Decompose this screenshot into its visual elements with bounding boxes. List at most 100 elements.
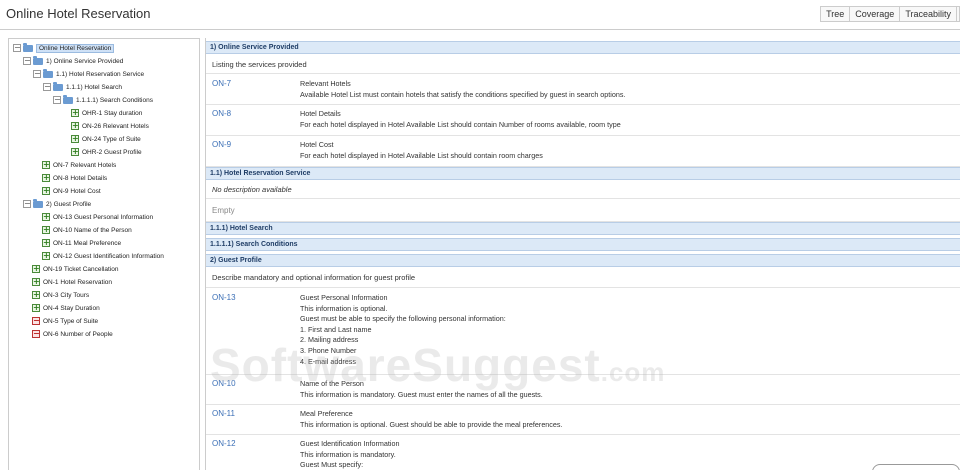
tree-node-hotel-search[interactable]: − 1.1.1) Hotel Search [43,81,122,93]
section-description: Describe mandatory and optional informat… [206,268,960,288]
requirements-content: 1) Online Service Provided Listing the s… [205,38,960,470]
tree-node-on-26[interactable]: + ON-26 Relevant Hotels [71,120,149,132]
folder-icon [33,55,43,65]
requirement-id-link[interactable]: ON-8 [212,109,231,118]
requirement-id-link[interactable]: ON-11 [212,409,235,418]
tree-node-ohr-1[interactable]: + OHR-1 Stay duration [71,107,142,119]
add-requirement-icon: + [32,290,40,299]
tree-node-label: ON-3 City Tours [43,291,90,299]
tree-node-label: ON-19 Ticket Cancellation [43,265,119,273]
collapse-icon[interactable]: − [33,70,41,78]
requirement-id-link[interactable]: ON-9 [212,140,231,149]
tree-node-label: ON-12 Guest Identification Information [53,252,164,260]
requirement-id-link[interactable]: ON-7 [212,79,231,88]
requirement-row-on-10: ON-10 Name of the Person This informatio… [206,375,960,405]
tree-node-search-conditions[interactable]: − 1.1.1.1) Search Conditions [53,94,153,106]
requirement-body: Hotel Cost For each hotel displayed in H… [300,140,543,161]
add-requirement-icon: + [71,121,79,130]
tree-node-on-13[interactable]: + ON-13 Guest Personal Information [42,211,153,223]
collapse-icon[interactable]: − [23,200,31,208]
requirement-title: Hotel Details [300,109,341,118]
section-description: No description available [206,181,960,199]
tree-node-root[interactable]: − Online Hotel Reservation [13,42,115,54]
requirement-text: Available Hotel List must contain hotels… [300,89,626,99]
add-requirement-icon: + [71,134,79,143]
tree-node-on-11[interactable]: + ON-11 Meal Preference [42,237,121,249]
tree-node-label: ON-24 Type of Suite [82,135,141,143]
tree-node-on-4[interactable]: + ON-4 Stay Duration [32,302,100,314]
tree-node-label: 1.1.1) Hotel Search [66,83,123,91]
requirement-body: Guest Identification Information This in… [300,439,399,470]
tree-node-ohr-2[interactable]: + OHR-2 Guest Profile [71,146,142,158]
section-description: Listing the services provided [206,55,960,74]
add-requirement-icon: + [71,108,79,117]
collapse-icon[interactable]: − [13,44,21,52]
tab-tree[interactable]: Tree [820,6,851,22]
requirement-body: Relevant Hotels Available Hotel List mus… [300,79,625,100]
requirement-list-item: 2. Mailing address [300,335,359,345]
tree-node-label: ON-10 Name of the Person [53,226,132,234]
requirement-row-on-11: ON-11 Meal Preference This information i… [206,405,960,435]
tree-node-label: ON-13 Guest Personal Information [53,213,154,221]
empty-placeholder: Empty [206,200,960,222]
add-requirement-icon: + [32,264,40,273]
requirement-text: This information is optional. [300,303,388,313]
tree-node-on-9[interactable]: + ON-9 Hotel Cost [42,185,101,197]
tree-node-on-1[interactable]: + ON-1 Hotel Reservation [32,276,112,288]
requirement-list-item: 4. E-mail address [300,356,356,366]
tree-node-online-service[interactable]: − 1) Online Service Provided [23,55,123,67]
add-requirement-icon: + [42,251,50,260]
requirement-text: This information is optional. Guest shou… [300,419,563,429]
requirement-row-on-8: ON-8 Hotel Details For each hotel displa… [206,105,960,136]
collapse-icon[interactable]: − [53,96,61,104]
add-requirement-icon: + [42,186,50,195]
add-requirement-icon: + [42,212,50,221]
remove-requirement-icon: − [32,329,40,338]
tree-node-on-7[interactable]: + ON-7 Relevant Hotels [42,159,116,171]
tree-node-hotel-reservation-service[interactable]: − 1.1) Hotel Reservation Service [33,68,144,80]
requirement-row-on-12: ON-12 Guest Identification Information T… [206,435,960,470]
requirement-row-on-7: ON-7 Relevant Hotels Available Hotel Lis… [206,75,960,105]
add-requirement-icon: + [32,303,40,312]
add-requirement-icon: + [42,225,50,234]
add-requirement-icon: + [42,238,50,247]
tree-node-label: ON-11 Meal Preference [53,239,122,247]
section-header-hotel-reservation: 1.1) Hotel Reservation Service [206,167,960,180]
requirement-body: Hotel Details For each hotel displayed i… [300,109,621,130]
requirement-id-link[interactable]: ON-12 [212,439,236,448]
tree-node-on-19[interactable]: + ON-19 Ticket Cancellation [32,263,119,275]
tree-node-on-10[interactable]: + ON-10 Name of the Person [42,224,132,236]
tree-node-label: OHR-1 Stay duration [82,109,143,117]
requirement-id-link[interactable]: ON-10 [212,379,236,388]
tree-node-on-12[interactable]: + ON-12 Guest Identification Information [42,250,164,262]
corner-tab[interactable] [872,464,960,470]
tree-node-label: 1.1) Hotel Reservation Service [56,70,145,78]
tree-node-label: ON-8 Hotel Details [53,174,108,182]
requirement-title: Name of the Person [300,379,364,388]
tab-coverage[interactable]: Coverage [849,6,901,22]
folder-icon [23,42,33,52]
requirement-id-link[interactable]: ON-13 [212,293,236,302]
folder-icon [63,94,73,104]
section-header-hotel-search: 1.1.1) Hotel Search [206,222,960,235]
tab-overflow[interactable] [956,6,960,22]
tree-node-on-3[interactable]: + ON-3 City Tours [32,289,89,301]
tab-traceability[interactable]: Traceability [899,6,957,22]
requirement-body: Name of the Person This information is m… [300,379,543,400]
requirement-title: Meal Preference [300,409,353,418]
add-requirement-icon: + [42,173,50,182]
requirement-row-on-9: ON-9 Hotel Cost For each hotel displayed… [206,136,960,167]
tree-node-on-8[interactable]: + ON-8 Hotel Details [42,172,107,184]
requirement-title: Guest Personal Information [300,293,388,302]
collapse-icon[interactable]: − [23,57,31,65]
tree-node-label: 1) Online Service Provided [46,57,124,65]
collapse-icon[interactable]: − [43,83,51,91]
requirement-text: For each hotel displayed in Hotel Availa… [300,150,543,160]
tree-node-on-24[interactable]: + ON-24 Type of Suite [71,133,141,145]
view-tabs: Tree Coverage Traceability [820,6,960,22]
requirement-text: This information is mandatory. Guest mus… [300,389,543,399]
tree-node-on-6[interactable]: − ON-6 Number of People [32,328,113,340]
tree-node-guest-profile[interactable]: − 2) Guest Profile [23,198,91,210]
tree-node-on-5[interactable]: − ON-5 Type of Suite [32,315,98,327]
folder-icon [33,198,43,208]
